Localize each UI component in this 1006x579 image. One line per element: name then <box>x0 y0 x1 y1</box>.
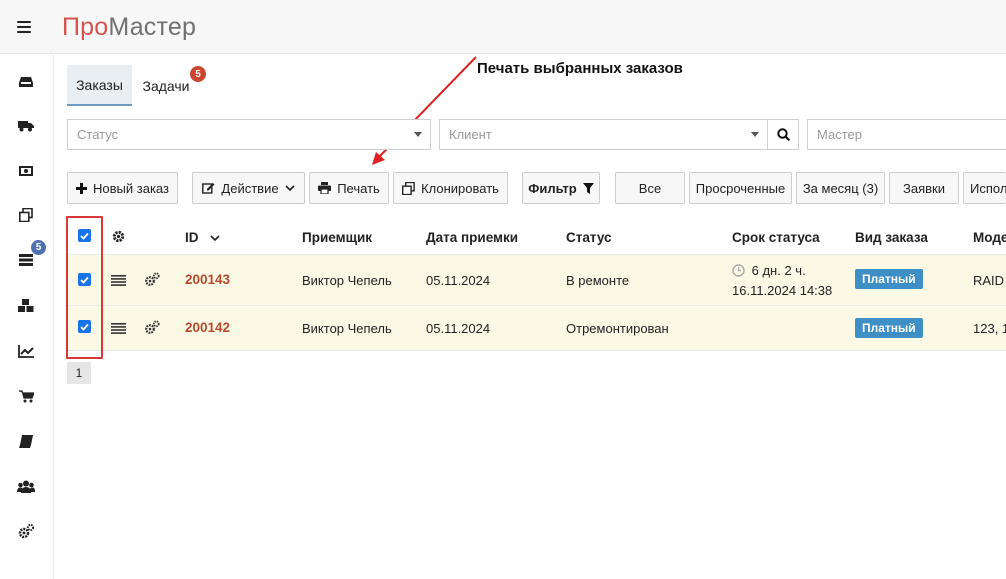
row-status: В ремонте <box>566 273 630 288</box>
status-placeholder: Статус <box>77 127 119 142</box>
sort-desc-icon <box>210 235 220 242</box>
page-1-button[interactable]: 1 <box>67 362 91 384</box>
clock-icon <box>732 264 745 277</box>
month-label: За месяц (3) <box>802 180 879 196</box>
row-model: RAID <box>973 273 1005 288</box>
filter-label: Фильтр <box>528 180 577 196</box>
cubes-icon[interactable] <box>16 296 36 316</box>
brand-part1: Про <box>62 13 109 41</box>
money-icon[interactable] <box>16 161 36 181</box>
new-order-label: Новый заказ <box>93 180 169 196</box>
all-label: Все <box>638 180 662 196</box>
requests-label: Заявки <box>903 180 945 196</box>
chevron-down-icon <box>414 132 422 137</box>
row-deadline-left: 6 дн. 2 ч. <box>732 263 806 278</box>
column-id-label: ID <box>185 230 199 245</box>
performer-label: Испол <box>970 180 1006 196</box>
all-filter-button[interactable]: Все <box>615 172 685 204</box>
deadline-left-text: 6 дн. 2 ч. <box>751 263 806 278</box>
edit-icon <box>202 182 215 194</box>
cart-icon[interactable] <box>16 386 36 406</box>
row-status: Отремонтирован <box>566 321 669 336</box>
cogs-icon[interactable] <box>16 521 36 541</box>
row-receiver: Виктор Чепель <box>302 321 392 336</box>
print-button[interactable]: Печать <box>309 172 389 204</box>
print-icon <box>318 182 332 194</box>
tasks-badge: 5 <box>190 66 206 82</box>
master-select[interactable]: Мастер <box>807 119 1006 150</box>
gear-icon[interactable] <box>112 230 125 246</box>
tab-tasks[interactable]: Задачи <box>136 65 196 106</box>
chevron-down-icon <box>751 132 759 137</box>
column-deadline[interactable]: Срок статуса <box>732 230 820 245</box>
performer-filter-button[interactable]: Испол <box>963 172 1006 204</box>
brand-part2: Мастер <box>108 13 197 41</box>
client-select[interactable]: Клиент <box>439 119 768 150</box>
top-bar: ПроМастер <box>0 0 1006 54</box>
client-placeholder: Клиент <box>449 127 492 142</box>
table-row[interactable]: 200142 Виктор Чепель 05.11.2024 Отремонт… <box>67 305 1006 351</box>
brand-logo[interactable]: ПроМастер <box>62 13 196 42</box>
row-model: 123, 1 <box>973 321 1006 336</box>
clone-label: Клонировать <box>421 180 499 196</box>
sidebar-badge: 5 <box>31 240 46 255</box>
clone-icon[interactable] <box>16 205 36 225</box>
book-icon[interactable] <box>16 431 36 451</box>
column-model[interactable]: Моде <box>973 230 1006 245</box>
annotation-text: Печать выбранных заказов <box>477 60 683 77</box>
row-settings-icon[interactable] <box>144 320 160 338</box>
overdue-label: Просроченные <box>695 180 786 196</box>
row-date: 05.11.2024 <box>426 321 491 336</box>
clone-button[interactable]: Клонировать <box>393 172 508 204</box>
order-type-badge: Платный <box>855 269 923 289</box>
tab-orders[interactable]: Заказы <box>67 65 132 106</box>
action-label: Действие <box>221 180 279 196</box>
row-date: 05.11.2024 <box>426 273 491 288</box>
inbox-icon[interactable] <box>16 72 36 92</box>
requests-filter-button[interactable]: Заявки <box>889 172 959 204</box>
column-date[interactable]: Дата приемки <box>426 230 518 245</box>
column-id[interactable]: ID <box>185 230 220 245</box>
table-row[interactable]: 200143 Виктор Чепель 05.11.2024 В ремонт… <box>67 254 1006 305</box>
row-receiver: Виктор Чепель <box>302 273 392 288</box>
column-type[interactable]: Вид заказа <box>855 230 928 245</box>
search-icon <box>776 128 790 141</box>
sidebar: 5 <box>0 54 54 579</box>
column-receiver[interactable]: Приемщик <box>302 230 372 245</box>
funnel-icon <box>582 182 594 194</box>
menu-icon[interactable] <box>17 21 31 33</box>
order-type-badge: Платный <box>855 318 923 338</box>
row-deadline-date: 16.11.2024 14:38 <box>732 283 833 298</box>
row-menu-icon[interactable] <box>111 322 126 337</box>
month-filter-button[interactable]: За месяц (3) <box>796 172 885 204</box>
new-order-button[interactable]: Новый заказ <box>67 172 178 204</box>
plus-icon <box>76 182 88 194</box>
users-icon[interactable] <box>16 476 36 496</box>
table-header: ID Приемщик Дата приемки Статус Срок ста… <box>67 220 1006 254</box>
chevron-down-icon <box>285 184 295 192</box>
order-id-link[interactable]: 200143 <box>185 272 230 287</box>
print-label: Печать <box>337 180 380 196</box>
truck-icon[interactable] <box>16 116 36 136</box>
row-menu-icon[interactable] <box>111 274 126 289</box>
chart-icon[interactable] <box>16 341 36 361</box>
clone-icon <box>402 181 415 195</box>
filter-button[interactable]: Фильтр <box>522 172 600 204</box>
client-search-button[interactable] <box>767 119 799 150</box>
row-settings-icon[interactable] <box>144 272 160 290</box>
order-id-link[interactable]: 200142 <box>185 320 230 335</box>
column-status[interactable]: Статус <box>566 230 612 245</box>
checkbox-highlight-box <box>66 216 103 359</box>
action-dropdown-button[interactable]: Действие <box>192 172 305 204</box>
overdue-filter-button[interactable]: Просроченные <box>689 172 792 204</box>
master-placeholder: Мастер <box>817 127 862 142</box>
status-select[interactable]: Статус <box>67 119 431 150</box>
